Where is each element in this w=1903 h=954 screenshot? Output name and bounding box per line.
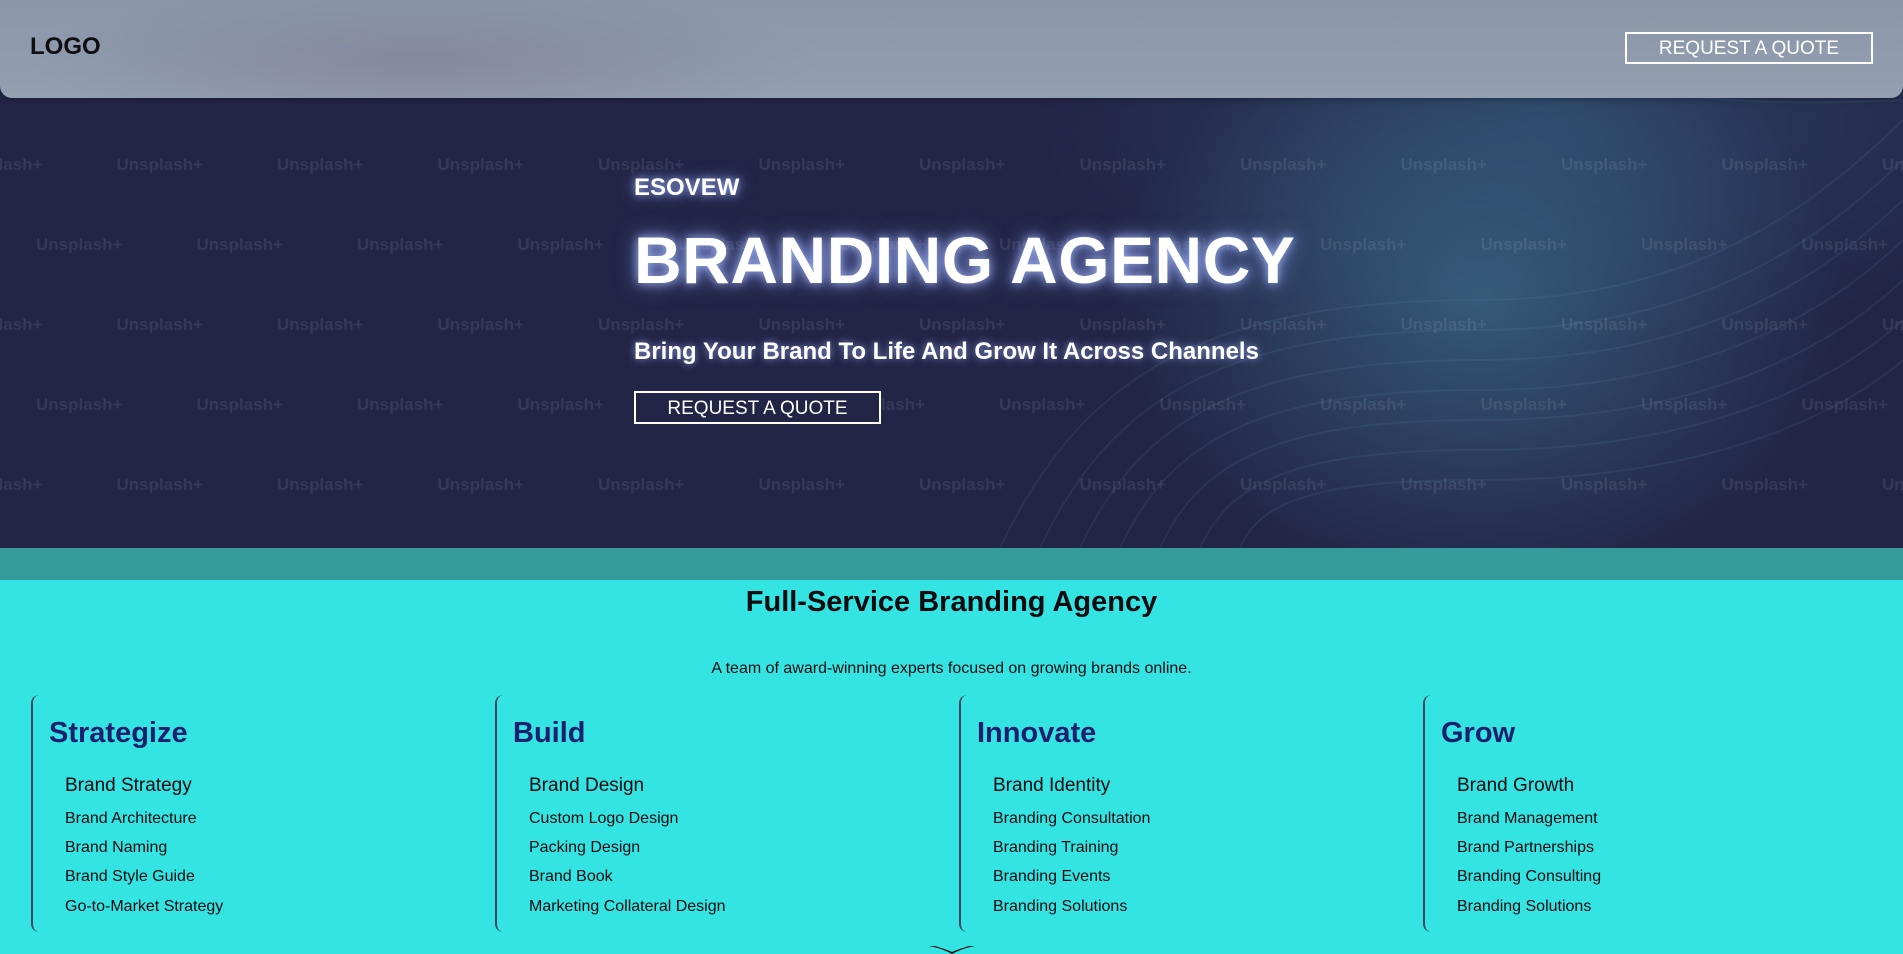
watermark-text: Unsplash+	[1641, 235, 1728, 254]
list-item: Branding Training	[993, 839, 1119, 856]
list-item: Go-to-Market Strategy	[65, 898, 224, 915]
list-item: Brand Architecture	[65, 810, 197, 827]
column-lead-item: Brand Identity	[993, 775, 1111, 796]
list-item: Branding Events	[993, 868, 1111, 885]
watermark-text: Unsplash+	[1320, 395, 1407, 414]
watermark-text: Unsplash+	[0, 315, 43, 334]
list-item: Branding Solutions	[993, 898, 1128, 915]
watermark-text: Unsplash+	[1079, 475, 1166, 494]
watermark-text: Unsplash+	[1882, 315, 1903, 334]
list-item: Brand Style Guide	[65, 868, 195, 885]
decorative-mark-icon	[929, 946, 975, 954]
hero-request-quote-button[interactable]: REQUEST A QUOTE	[634, 391, 881, 424]
watermark-text: Unsplash+	[598, 155, 685, 174]
watermark-text: Unsplash+	[437, 475, 524, 494]
watermark-text: Unsplash+	[598, 475, 685, 494]
watermark-text: Unsplash+	[1320, 235, 1407, 254]
watermark-text: Unsplash+	[1721, 315, 1808, 334]
watermark-text: Unsplash+	[758, 155, 845, 174]
watermark-text: Unsplash+	[1721, 475, 1808, 494]
watermark-text: Unsplash+	[357, 395, 444, 414]
watermark-text: Unsplash+	[1240, 475, 1327, 494]
watermark-text: Unsplash+	[1159, 395, 1246, 414]
watermark-text: Unsplash+	[1641, 395, 1728, 414]
header-request-quote-button[interactable]: REQUEST A QUOTE	[1625, 32, 1873, 64]
watermark-text: Unsplash+	[36, 235, 123, 254]
watermark-text: Unsplash+	[1400, 155, 1487, 174]
watermark-text: Unsplash+	[437, 315, 524, 334]
list-item: Brand Partnerships	[1457, 839, 1594, 856]
watermark-text: Unsplash+	[1079, 155, 1166, 174]
list-item: Marketing Collateral Design	[529, 898, 726, 915]
column-title: Build	[513, 717, 586, 749]
watermark-text: Unsplash+	[598, 315, 685, 334]
hero-title: BRANDING AGENCY	[634, 223, 1296, 297]
watermark-text: Unsplash+	[116, 155, 203, 174]
column-lead-item: Brand Design	[529, 775, 645, 796]
watermark-text: Unsplash+	[1480, 235, 1567, 254]
watermark-text: Unsplash+	[1882, 155, 1903, 174]
list-item: Branding Consultation	[993, 810, 1151, 827]
list-item: Custom Logo Design	[529, 810, 679, 827]
watermark-text: Unsplash+	[0, 155, 43, 174]
list-item: Brand Book	[529, 868, 613, 885]
watermark-text: Unsplash+	[1079, 315, 1166, 334]
list-item: Brand Naming	[65, 839, 168, 856]
watermark-text: Unsplash+	[116, 475, 203, 494]
column-lead-item: Brand Growth	[1457, 775, 1575, 796]
watermark-text: Unsplash+	[277, 315, 364, 334]
watermark-text: Unsplash+	[758, 315, 845, 334]
list-item: Branding Consulting	[1457, 868, 1602, 885]
watermark-text: Unsplash+	[999, 395, 1086, 414]
column-title: Grow	[1441, 717, 1516, 749]
logo[interactable]: LOGO	[30, 33, 101, 61]
watermark-text: Unsplash+	[36, 395, 123, 414]
watermark-text: Unsplash+	[919, 475, 1006, 494]
watermark-text: Unsplash+	[517, 235, 604, 254]
section-divider-strip	[0, 548, 1903, 580]
watermark-text: Unsplash+	[1801, 235, 1888, 254]
watermark-text: Unsplash+	[196, 235, 283, 254]
services-description: A team of award-winning experts focused …	[711, 660, 1192, 677]
watermark-text: Unsplash+	[919, 315, 1006, 334]
column-lead-item: Brand Strategy	[65, 775, 192, 796]
watermark-text: Unsplash+	[517, 395, 604, 414]
watermark-text: Unsplash+	[1721, 155, 1808, 174]
list-item: Packing Design	[529, 839, 641, 856]
watermark-text: Unsplash+	[357, 235, 444, 254]
service-column-strategize: Strategize Brand Strategy Brand Architec…	[31, 695, 473, 932]
column-title: Innovate	[977, 717, 1097, 749]
watermark-text: Unsplash+	[1240, 155, 1327, 174]
watermark-text: Unsplash+	[1240, 315, 1327, 334]
watermark-text: Unsplash+	[437, 155, 524, 174]
watermark-text: Unsplash+	[758, 475, 845, 494]
site-header: LOGO REQUEST A QUOTE	[0, 0, 1903, 98]
watermark-text: Unsplash+	[277, 475, 364, 494]
watermark-text: Unsplash+	[196, 395, 283, 414]
service-column-build: Build Brand Design Custom Logo Design Pa…	[495, 695, 937, 932]
list-item: Branding Solutions	[1457, 898, 1592, 915]
hero-subtitle: Bring Your Brand To Life And Grow It Acr…	[634, 338, 1259, 365]
column-title: Strategize	[49, 717, 188, 749]
watermark-text: Unsplash+	[1400, 475, 1487, 494]
watermark-text: Unsplash+	[1801, 395, 1888, 414]
watermark-text: Unsplash+	[0, 475, 43, 494]
hero-eyebrow: ESOVEW	[634, 174, 740, 201]
watermark-text: Unsplash+	[1480, 395, 1567, 414]
watermark-text: Unsplash+	[1400, 315, 1487, 334]
services-title: Full-Service Branding Agency	[745, 586, 1158, 618]
watermark-text: Unsplash+	[1561, 155, 1648, 174]
watermark-text: Unsplash+	[116, 315, 203, 334]
list-item: Brand Management	[1457, 810, 1598, 827]
service-column-grow: Grow Brand Growth Brand Management Brand…	[1423, 695, 1865, 932]
watermark-text: Unsplash+	[1882, 475, 1903, 494]
service-column-innovate: Innovate Brand Identity Branding Consult…	[959, 695, 1401, 932]
watermark-text: Unsplash+	[277, 155, 364, 174]
watermark-text: Unsplash+	[1561, 475, 1648, 494]
watermark-text: Unsplash+	[919, 155, 1006, 174]
watermark-text: Unsplash+	[1561, 315, 1648, 334]
